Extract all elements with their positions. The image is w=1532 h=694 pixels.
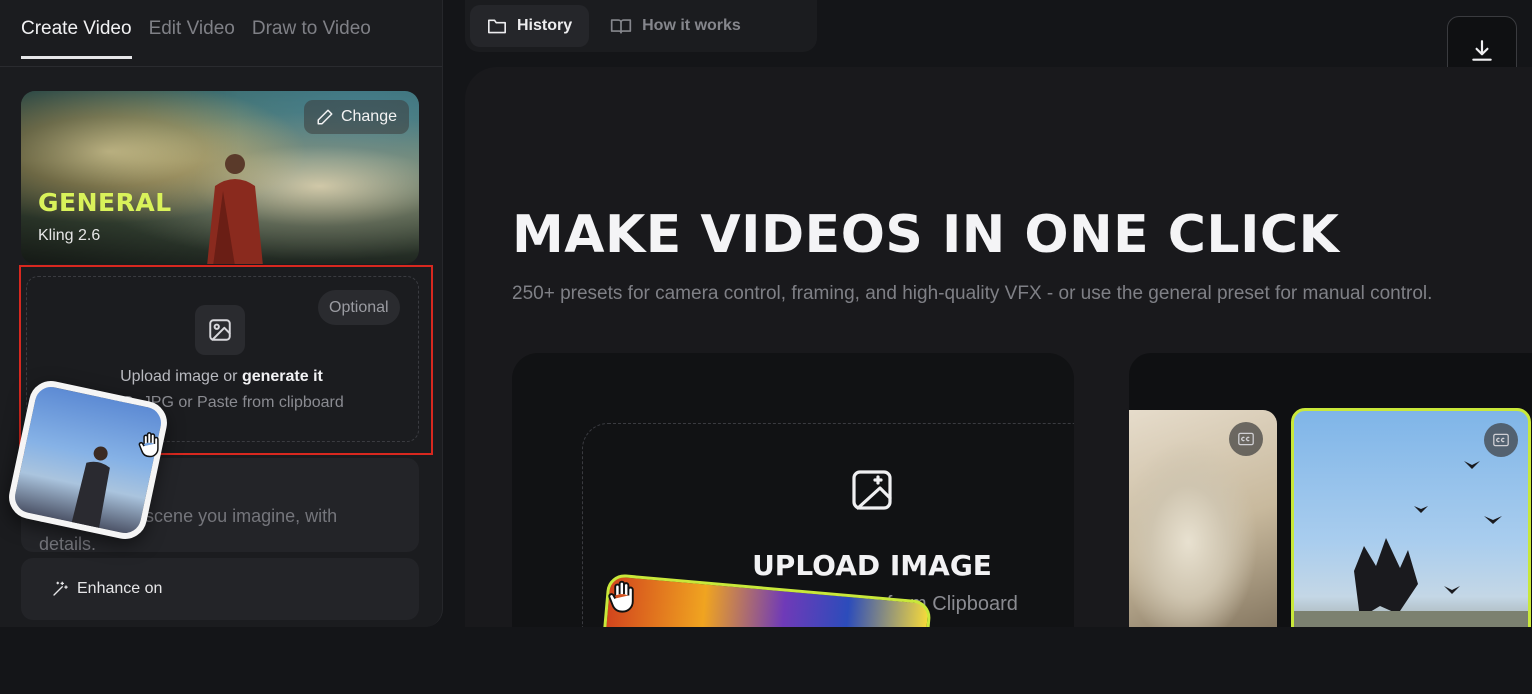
tab-draw-to-video[interactable]: Draw to Video <box>252 18 371 59</box>
image-sparkle-icon <box>852 470 892 510</box>
examples-card <box>1129 353 1532 627</box>
change-preset-button[interactable]: Change <box>303 100 409 134</box>
enhance-toggle[interactable]: Enhance on <box>21 558 419 620</box>
photo-person-figure <box>71 446 110 530</box>
download-icon <box>1472 40 1492 61</box>
example-video-birds[interactable] <box>1291 408 1531 627</box>
preset-model: Kling 2.6 <box>38 227 101 244</box>
tab-history[interactable]: History <box>470 5 590 47</box>
preset-card[interactable]: Change GENERAL Kling 2.6 <box>21 91 419 264</box>
hero-title: MAKE VIDEOS IN ONE CLICK <box>512 205 1340 265</box>
book-icon <box>610 19 632 34</box>
tab-create-video[interactable]: Create Video <box>21 18 132 59</box>
enhance-label: Enhance on <box>77 580 163 597</box>
main-panel: MAKE VIDEOS IN ONE CLICK 250+ presets fo… <box>465 67 1532 627</box>
captions-icon <box>1238 432 1254 446</box>
captions-icon <box>1493 433 1509 447</box>
tab-edit-video[interactable]: Edit Video <box>149 18 235 59</box>
example-video-cup[interactable] <box>1129 410 1277 627</box>
pencil-icon <box>317 109 333 125</box>
mode-tabs: Create Video Edit Video Draw to Video <box>21 18 371 59</box>
app-root: Create Video Edit Video Draw to Video Ch… <box>0 0 1532 694</box>
folder-icon <box>488 19 506 34</box>
dragged-photo[interactable] <box>4 376 172 544</box>
preset-title: GENERAL <box>38 188 172 217</box>
change-preset-label: Change <box>340 108 397 125</box>
cc-badge[interactable] <box>1229 422 1263 456</box>
tab-how-it-works[interactable]: How it works <box>593 5 758 47</box>
tab-history-label: History <box>517 17 573 34</box>
grab-cursor-icon <box>138 432 159 458</box>
upload-card-title: UPLOAD IMAGE <box>752 549 992 582</box>
upload-image-card[interactable]: UPLOAD IMAGE Paste from Clipboard <box>512 353 1074 627</box>
top-tabs: History How it works <box>465 0 817 52</box>
tabs-divider <box>0 66 442 67</box>
cc-badge[interactable] <box>1484 423 1518 457</box>
magic-wand-icon <box>53 581 68 596</box>
hero-subtitle: 250+ presets for camera control, framing… <box>512 283 1433 304</box>
preset-image-figure <box>207 154 263 264</box>
grab-cursor-icon <box>608 580 634 613</box>
tab-how-it-works-label: How it works <box>642 17 741 34</box>
